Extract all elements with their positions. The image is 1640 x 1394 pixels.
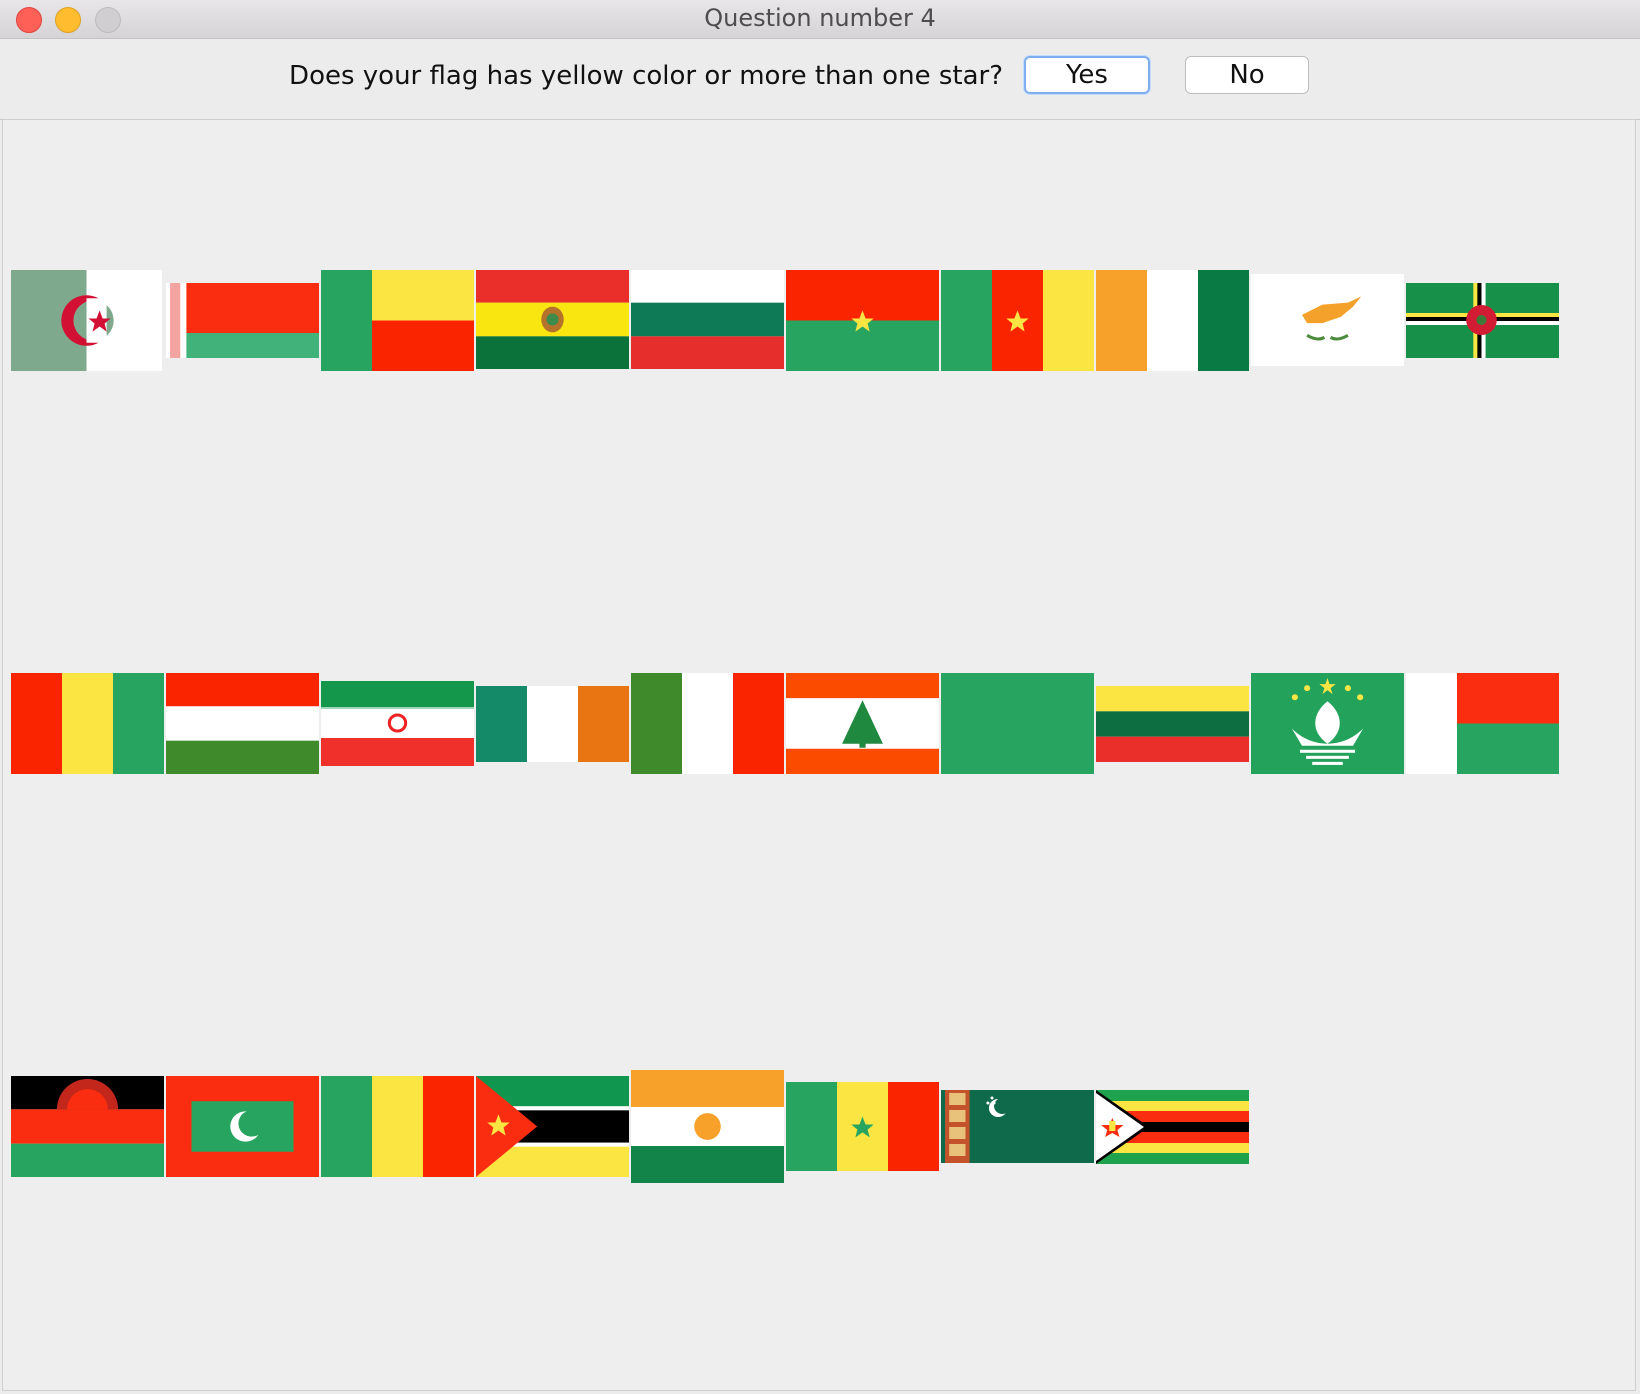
benin-flag[interactable] — [321, 270, 474, 371]
mozambique-flag[interactable] — [476, 1076, 629, 1177]
bolivia-flag[interactable] — [476, 270, 629, 369]
question-bar: Does your flag has yellow color or more … — [0, 39, 1640, 120]
title-bar: Question number 4 — [0, 0, 1640, 39]
yes-button[interactable]: Yes — [1024, 56, 1150, 94]
macau-flag[interactable] — [1251, 673, 1404, 774]
algeria-flag[interactable] — [11, 270, 162, 371]
belarus-flag[interactable] — [166, 283, 319, 358]
senegal-flag[interactable] — [786, 1082, 939, 1171]
iran-flag[interactable] — [321, 681, 474, 766]
guinea-flag[interactable] — [11, 673, 164, 774]
niger-flag[interactable] — [631, 1070, 784, 1183]
bulgaria-flag[interactable] — [631, 270, 784, 369]
dominica-flag[interactable] — [1406, 283, 1559, 358]
cote-divoire-flag[interactable] — [1096, 270, 1249, 371]
window-title: Question number 4 — [704, 4, 936, 32]
maldives-flag[interactable] — [166, 1076, 319, 1177]
madagascar-flag[interactable] — [1406, 673, 1559, 774]
burkina-faso-flag[interactable] — [786, 270, 939, 371]
question-text: Does your flag has yellow color or more … — [289, 61, 1003, 91]
hungary-flag[interactable] — [166, 673, 319, 774]
cyprus-flag[interactable] — [1251, 274, 1404, 366]
malawi-flag[interactable] — [11, 1076, 164, 1177]
cameroon-flag[interactable] — [941, 270, 1094, 371]
turkmenistan-flag[interactable] — [941, 1090, 1094, 1163]
flags-panel — [2, 119, 1636, 1391]
zimbabwe-flag[interactable] — [1096, 1090, 1249, 1164]
ireland-flag[interactable] — [476, 686, 629, 762]
app-window: Question number 4 Does your flag has yel… — [0, 0, 1640, 1394]
no-button[interactable]: No — [1185, 56, 1309, 94]
libya-flag[interactable] — [941, 673, 1094, 774]
lebanon-flag[interactable] — [786, 673, 939, 774]
mali-flag[interactable] — [321, 1076, 474, 1177]
italy-flag[interactable] — [631, 673, 784, 774]
lithuania-flag[interactable] — [1096, 686, 1249, 762]
